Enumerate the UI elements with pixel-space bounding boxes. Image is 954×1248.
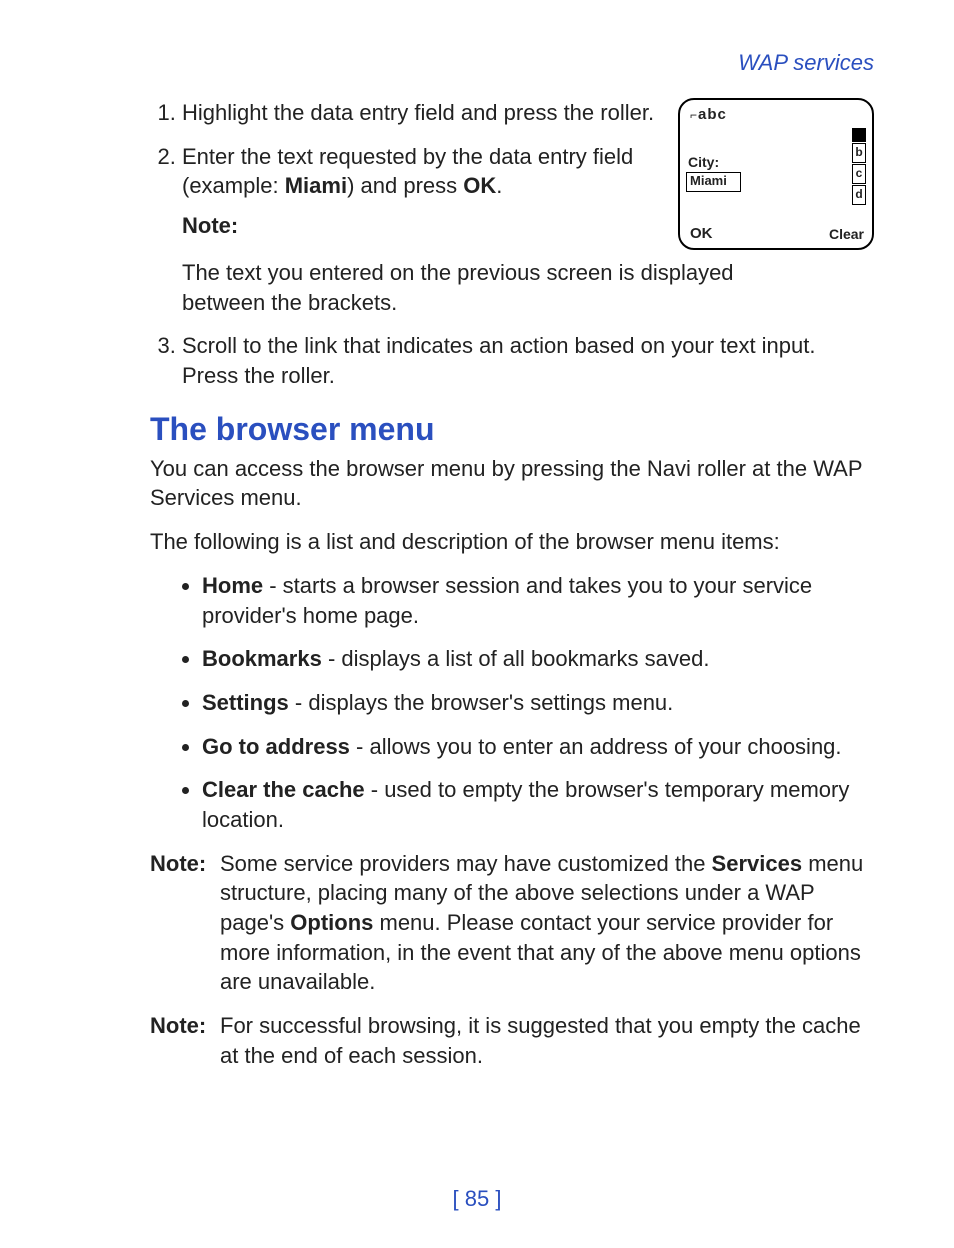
menu-label: Go to address [202, 734, 350, 759]
letter-cell: c [852, 164, 866, 184]
softkey-ok: OK [690, 225, 713, 242]
note-text: For successful browsing, it is suggested… [220, 1011, 874, 1070]
menu-item-bookmarks: Bookmarks - displays a list of all bookm… [202, 644, 874, 674]
note-text: The text you entered on the previous scr… [182, 258, 804, 317]
menu-label: Bookmarks [202, 646, 322, 671]
step-2-text: ) and press [347, 173, 463, 198]
note-label: Note: [182, 211, 240, 241]
menu-desc: - allows you to enter an address of your… [350, 734, 842, 759]
section-heading: The browser menu [150, 411, 874, 448]
list-intro: The following is a list and description … [150, 527, 874, 557]
menu-list: Home - starts a browser session and take… [150, 571, 874, 835]
section-header: WAP services [150, 50, 874, 76]
menu-desc: - displays the browser's settings menu. [289, 690, 673, 715]
menu-item-clear: Clear the cache - used to empty the brow… [202, 775, 874, 834]
options-bold: Options [290, 910, 373, 935]
example-bold: Miami [285, 173, 347, 198]
menu-item-goto: Go to address - allows you to enter an a… [202, 732, 874, 762]
step-3: Scroll to the link that indicates an act… [182, 331, 874, 390]
top-content: ⌐abc City: Miami b c d OK Clear Highligh… [150, 98, 874, 391]
letter-cell: d [852, 185, 866, 205]
phone-screenshot: ⌐abc City: Miami b c d OK Clear [678, 98, 874, 250]
section-intro: You can access the browser menu by press… [150, 454, 874, 513]
services-bold: Services [712, 851, 803, 876]
field-label: City: [688, 154, 719, 170]
footnote-1: Note: Some service providers may have cu… [150, 849, 874, 997]
footnote-2: Note: For successful browsing, it is sug… [150, 1011, 874, 1070]
menu-item-settings: Settings - displays the browser's settin… [202, 688, 874, 718]
menu-label: Settings [202, 690, 289, 715]
note-label: Note: [150, 1011, 220, 1070]
menu-label: Home [202, 573, 263, 598]
note-text: Some service providers may have customiz… [220, 849, 874, 997]
step-2-text: . [496, 173, 502, 198]
menu-desc: - displays a list of all bookmarks saved… [322, 646, 710, 671]
menu-item-home: Home - starts a browser session and take… [202, 571, 874, 630]
page: WAP services ⌐abc City: Miami b c d OK C… [0, 0, 954, 1248]
menu-label: Clear the cache [202, 777, 365, 802]
note-segment: Some service providers may have customiz… [220, 851, 712, 876]
letter-cell: b [852, 143, 866, 163]
letter-scroll: b c d [852, 128, 866, 224]
input-mode-indicator: ⌐abc [690, 106, 727, 123]
text-input: Miami [686, 172, 741, 192]
softkey-clear: Clear [829, 226, 864, 242]
menu-desc: - starts a browser session and takes you… [202, 573, 812, 628]
note-label: Note: [150, 849, 220, 997]
arrow-up-icon [852, 128, 866, 142]
page-number: [ 85 ] [0, 1186, 954, 1212]
ok-bold: OK [463, 173, 496, 198]
